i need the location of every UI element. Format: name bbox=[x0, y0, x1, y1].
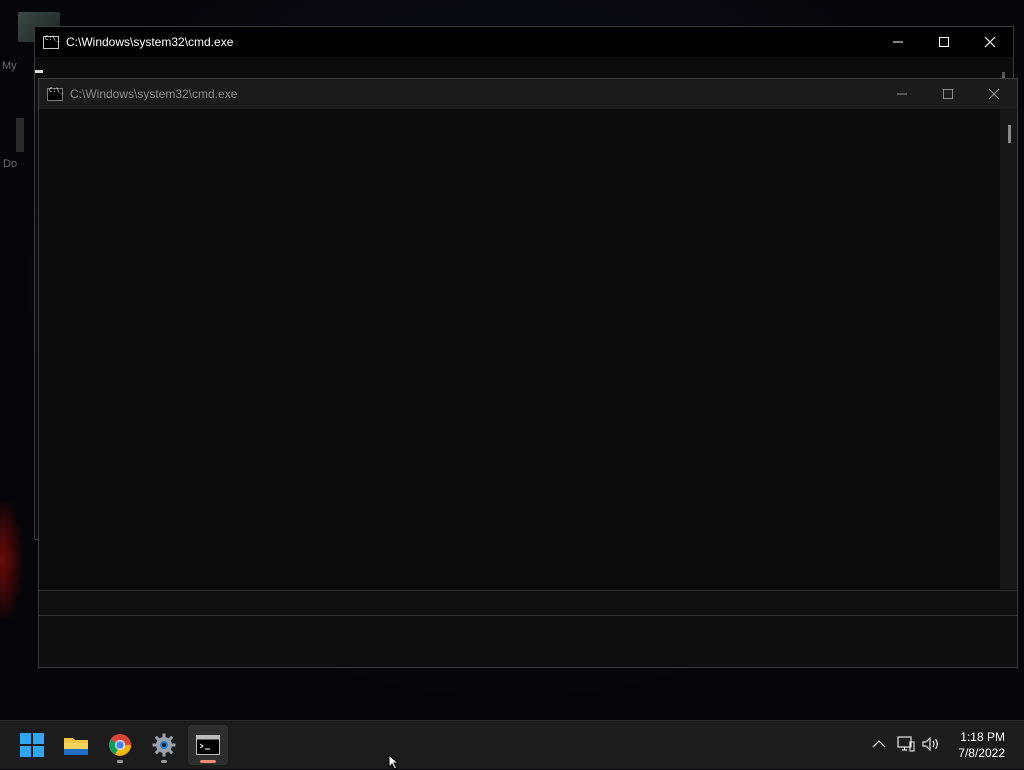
maximize-icon bbox=[943, 89, 953, 99]
show-hidden-icons-button[interactable] bbox=[868, 733, 890, 755]
desktop-icon-thumbnail bbox=[16, 118, 24, 152]
running-indicator bbox=[117, 760, 123, 763]
maximize-button[interactable] bbox=[921, 27, 967, 57]
horizontal-scrollbar[interactable] bbox=[39, 590, 1017, 616]
minimize-button[interactable] bbox=[879, 79, 925, 109]
cmd-icon bbox=[43, 35, 59, 49]
cmd-icon bbox=[47, 87, 63, 101]
text-cursor bbox=[35, 70, 43, 73]
desktop-wallpaper-accent bbox=[0, 500, 22, 620]
terminal-icon bbox=[196, 735, 220, 755]
chrome-icon bbox=[109, 734, 131, 756]
desktop-icon-label: Do bbox=[3, 158, 18, 170]
taskbar-chrome[interactable] bbox=[100, 725, 140, 765]
start-button[interactable] bbox=[12, 725, 52, 765]
maximize-icon bbox=[939, 37, 949, 47]
windows-logo-icon bbox=[20, 733, 44, 757]
console-output[interactable] bbox=[39, 109, 999, 589]
window-titlebar[interactable]: C:\Windows\system32\cmd.exe bbox=[39, 79, 1017, 109]
clock-time: 1:18 PM bbox=[960, 730, 1005, 744]
console-padding bbox=[39, 616, 1017, 667]
scrollbar-thumb[interactable] bbox=[1008, 125, 1011, 143]
desktop: My Do C:\Windows\system32\cmd.exe bbox=[0, 0, 1024, 720]
network-icon bbox=[897, 736, 915, 752]
gear-icon bbox=[152, 733, 176, 757]
window-titlebar[interactable]: C:\Windows\system32\cmd.exe bbox=[35, 27, 1013, 57]
taskbar-file-explorer[interactable] bbox=[56, 725, 96, 765]
volume-icon-button[interactable] bbox=[920, 733, 942, 755]
network-icon-button[interactable] bbox=[895, 733, 917, 755]
window-title: C:\Windows\system32\cmd.exe bbox=[70, 87, 238, 101]
taskbar-settings[interactable] bbox=[144, 725, 184, 765]
close-icon bbox=[988, 88, 1000, 100]
minimize-icon bbox=[893, 41, 903, 43]
folder-icon bbox=[64, 738, 88, 755]
clock[interactable]: 1:18 PM 7/8/2022 bbox=[958, 729, 1005, 761]
window-title: C:\Windows\system32\cmd.exe bbox=[66, 35, 234, 49]
maximize-button[interactable] bbox=[925, 79, 971, 109]
close-icon bbox=[984, 36, 996, 48]
close-button[interactable] bbox=[971, 79, 1017, 109]
volume-icon bbox=[922, 736, 938, 752]
close-button[interactable] bbox=[967, 27, 1013, 57]
minimize-icon bbox=[897, 93, 907, 95]
vertical-scrollbar[interactable] bbox=[1000, 109, 1017, 589]
cmd-window-front[interactable]: C:\Windows\system32\cmd.exe bbox=[38, 78, 1018, 668]
active-indicator bbox=[200, 760, 216, 763]
desktop-icon-label: My bbox=[2, 60, 17, 72]
running-indicator bbox=[161, 760, 167, 763]
clock-date: 7/8/2022 bbox=[958, 746, 1005, 760]
taskbar: 1:18 PM 7/8/2022 bbox=[0, 720, 1024, 769]
minimize-button[interactable] bbox=[875, 27, 921, 57]
taskbar-command-prompt[interactable] bbox=[188, 725, 228, 765]
chevron-up-icon bbox=[872, 740, 886, 748]
